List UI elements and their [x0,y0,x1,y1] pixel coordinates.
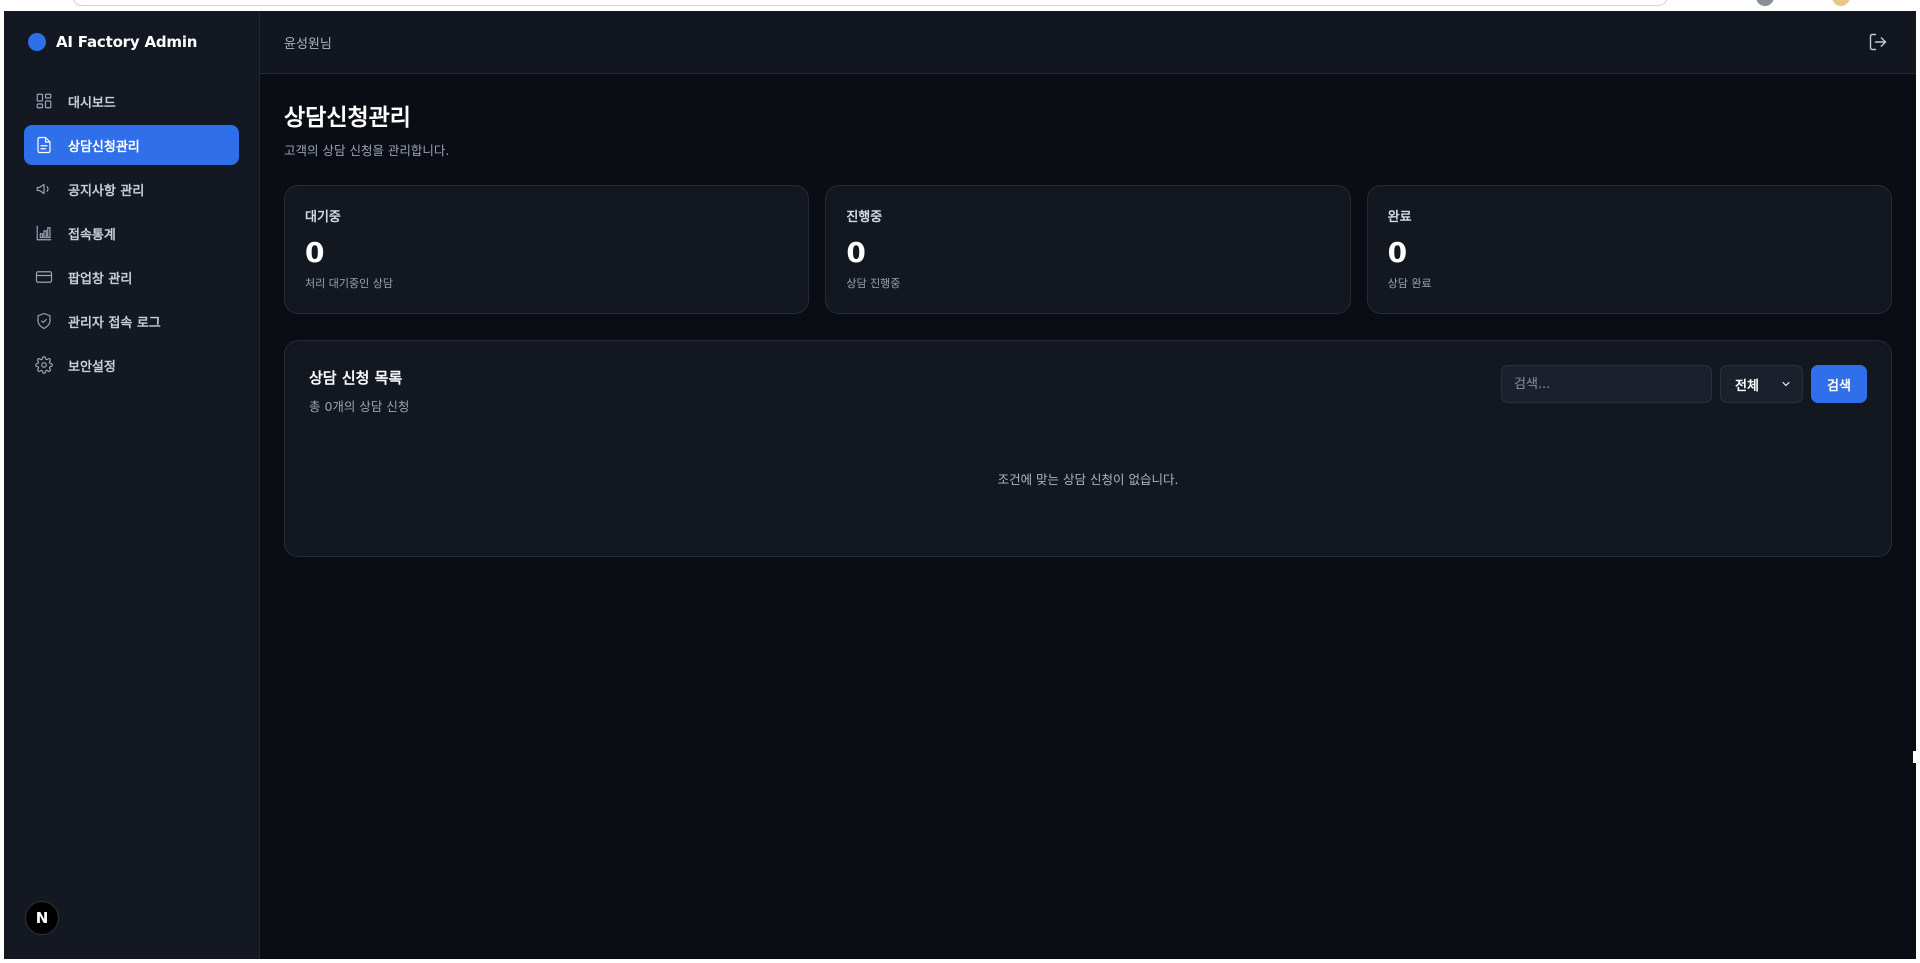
list-heading: 상담 신청 목록 총 0개의 상담 신청 [309,367,409,415]
dashboard-icon [34,91,54,111]
stat-value: 0 [846,236,866,269]
sidebar-item-label: 관리자 접속 로그 [68,315,161,331]
sidebar-item-security[interactable]: 보안설정 [24,345,239,385]
topbar: 윤성원님 [260,11,1916,74]
consultation-list-card: 상담 신청 목록 총 0개의 상담 신청 전체 검색 조건에 맞는 상담 신청이… [284,340,1892,557]
sidebar-item-dashboard[interactable]: 대시보드 [24,81,239,121]
sidebar-item-label: 공지사항 관리 [68,183,145,199]
brand-title: AI Factory Admin [56,33,198,51]
sidebar-item-consultations[interactable]: 상담신청관리 [24,125,239,165]
browser-chrome-edge [0,0,1920,10]
stat-card-in-progress: 진행중 0 상담 진행중 [825,185,1351,314]
nextjs-dev-badge[interactable]: N [25,901,59,935]
gear-icon [34,355,54,375]
logout-button[interactable] [1864,28,1892,56]
brand-logo-icon [28,33,46,51]
sidebar-item-label: 상담신청관리 [68,139,140,155]
stat-label: 대기중 [305,210,341,225]
empty-state-message: 조건에 맞는 상담 신청이 없습니다. [997,472,1179,487]
sidebar-item-label: 대시보드 [68,95,116,111]
search-button[interactable]: 검색 [1811,365,1867,403]
stat-card-waiting: 대기중 0 처리 대기중인 상담 [284,185,810,314]
page-title: 상담신청관리 [284,105,411,131]
status-filter-select[interactable]: 전체 [1720,365,1803,403]
main-area: 윤성원님 상담신청관리 고객의 상담 신청을 관리합니다. 대기중 0 처리 대… [260,11,1916,959]
sidebar-item-statistics[interactable]: 접속통계 [24,213,239,253]
megaphone-icon [34,179,54,199]
sidebar-item-notices[interactable]: 공지사항 관리 [24,169,239,209]
admin-app: AI Factory Admin 대시보드 상담신청관리 공지사항 관리 접속통… [4,11,1916,959]
stat-label: 완료 [1387,210,1412,225]
stat-value: 0 [305,236,325,269]
stat-desc: 상담 완료 [1387,277,1432,290]
brand: AI Factory Admin [4,11,259,73]
chevron-down-icon [1782,381,1790,387]
sidebar-item-label: 보안설정 [68,359,116,375]
search-input[interactable] [1501,365,1712,403]
shield-check-icon [34,311,54,331]
stats-row: 대기중 0 처리 대기중인 상담 진행중 0 상담 진행중 완료 0 상담 완료 [284,185,1892,314]
page-subtitle: 고객의 상담 신청을 관리합니다. [284,143,450,158]
stat-label: 진행중 [846,210,883,225]
stat-card-completed: 완료 0 상담 완료 [1366,185,1892,314]
window-edge [1913,751,1916,763]
sidebar-item-admin-logs[interactable]: 관리자 접속 로그 [24,301,239,341]
status-filter-value: 전체 [1735,378,1759,394]
logout-icon [1869,33,1887,51]
stat-value: 0 [1387,236,1408,269]
document-icon [34,135,54,155]
list-controls: 전체 검색 [1501,365,1867,403]
sidebar-item-label: 팝업창 관리 [68,271,133,287]
stat-desc: 상담 진행중 [846,277,901,290]
list-title: 상담 신청 목록 [309,369,403,387]
address-bar-edge [72,0,1668,6]
list-header: 상담 신청 목록 총 0개의 상담 신청 전체 검색 [309,365,1867,415]
profile-icon [1756,0,1774,6]
extension-icon [1832,0,1850,6]
sidebar: AI Factory Admin 대시보드 상담신청관리 공지사항 관리 접속통… [4,11,260,959]
page-content: 상담신청관리 고객의 상담 신청을 관리합니다. 대기중 0 처리 대기중인 상… [260,74,1916,557]
sidebar-item-label: 접속통계 [68,227,116,243]
card-icon [34,267,54,287]
user-name: 윤성원님 [284,36,332,52]
stat-desc: 처리 대기중인 상담 [305,277,393,290]
sidebar-nav: 대시보드 상담신청관리 공지사항 관리 접속통계 팝업창 관리 관리자 접속 로… [4,73,259,385]
bar-chart-icon [34,223,54,243]
sidebar-item-popups[interactable]: 팝업창 관리 [24,257,239,297]
list-count: 총 0개의 상담 신청 [309,399,410,414]
